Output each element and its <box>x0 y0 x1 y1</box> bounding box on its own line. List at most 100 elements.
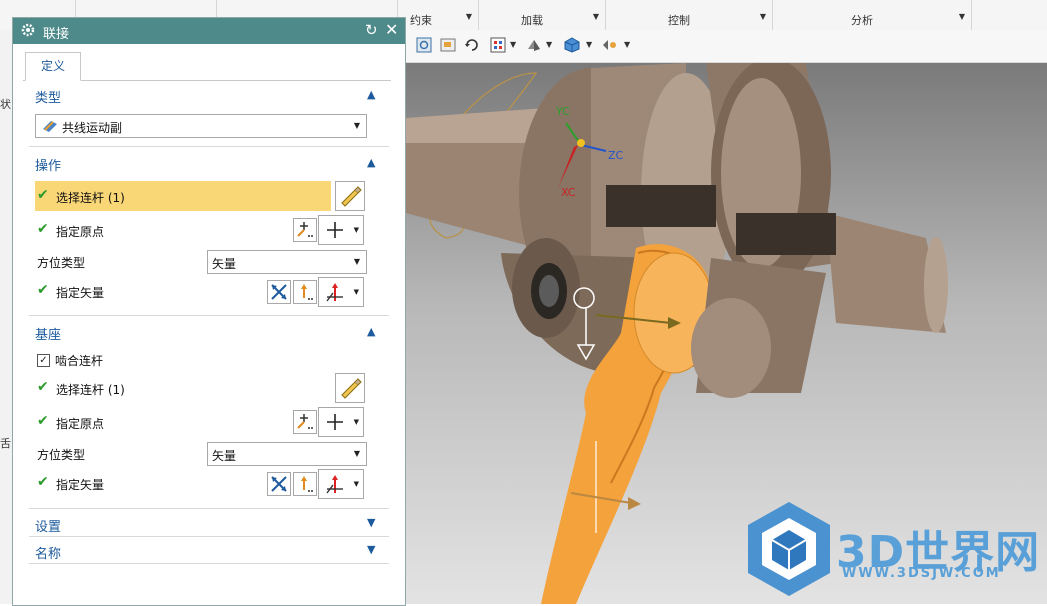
tab-definition[interactable]: 定义 <box>25 52 81 81</box>
reverse-direction-icon <box>271 284 287 300</box>
chevron-down-icon[interactable]: ▼ <box>354 288 359 296</box>
reverse-direction-icon <box>271 476 287 492</box>
rotate-icon[interactable] <box>464 37 480 53</box>
display-filter-icon[interactable] <box>602 37 618 53</box>
base-select-link-button[interactable] <box>335 373 365 403</box>
chevron-down-icon[interactable]: ▼ <box>367 543 375 556</box>
base-specify-vector-label: 指定矢量 <box>56 478 105 492</box>
base-reverse-direction-button[interactable] <box>267 472 291 496</box>
fit-view-icon[interactable] <box>416 37 432 53</box>
zoom-window-icon[interactable] <box>440 37 456 53</box>
chevron-down-icon[interactable]: ▼ <box>354 418 359 426</box>
base-orientation-type-value: 矢量 <box>212 449 237 463</box>
chevron-down-icon[interactable]: ▼ <box>624 40 630 49</box>
select-link-button[interactable] <box>335 181 365 211</box>
point-constructor-icon <box>297 414 313 429</box>
dialog-title-bar[interactable]: 联接 ↻ ✕ <box>13 18 405 44</box>
orientation-type-select[interactable]: 矢量 ▼ <box>207 250 367 274</box>
select-link-label[interactable]: 选择连杆 (1) <box>56 189 125 206</box>
divider <box>29 146 389 147</box>
inferred-vector-icon <box>326 283 343 302</box>
vector-constructor-icon <box>301 476 313 492</box>
orient-view-icon[interactable] <box>490 37 506 53</box>
origin-inferred-dropdown[interactable]: ▼ <box>318 215 364 245</box>
specify-vector-label: 指定矢量 <box>56 286 105 300</box>
pencil-icon <box>341 378 362 399</box>
chevron-up-icon[interactable]: ▲ <box>367 88 375 101</box>
ribbon-group-label: 分析 <box>851 14 873 27</box>
chevron-down-icon[interactable]: ▼ <box>586 40 592 49</box>
chevron-down-icon[interactable]: ▼ <box>367 516 375 529</box>
chevron-down-icon[interactable]: ▼ <box>354 257 360 266</box>
check-icon: ✔ <box>37 187 49 203</box>
section-header-operation[interactable]: 操作 <box>35 155 61 174</box>
chevron-down-icon[interactable]: ▼ <box>546 40 552 49</box>
section-header-settings[interactable]: 设置 <box>35 516 61 535</box>
reset-icon[interactable]: ↻ <box>365 21 378 39</box>
chevron-down-icon[interactable]: ▼ <box>959 12 965 21</box>
ribbon-group-label: 加载 <box>521 14 543 27</box>
vector-inferred-dropdown[interactable]: ▼ <box>318 277 364 307</box>
chevron-down-icon[interactable]: ▼ <box>354 226 359 234</box>
chevron-down-icon[interactable]: ▼ <box>760 12 766 21</box>
ribbon-group-control[interactable]: 控制 ▼ <box>606 0 773 30</box>
point-dialog-button[interactable] <box>293 218 317 242</box>
inferred-vector-icon <box>326 475 343 494</box>
ribbon-group-label: 约束 <box>410 14 432 27</box>
orientation-type-label: 方位类型 <box>37 256 86 270</box>
mesh-link-checkbox[interactable]: ✓ <box>37 354 50 367</box>
view-toolbar: ▼ ▼ ▼ ▼ <box>406 30 1047 63</box>
mesh-link-label[interactable]: 啮合连杆 <box>55 352 103 369</box>
section-header-base[interactable]: 基座 <box>35 324 61 343</box>
divider <box>29 508 389 509</box>
watermark-url: WWW.3DSJW.COM <box>842 566 1001 581</box>
check-icon: ✔ <box>37 282 49 298</box>
section-header-name[interactable]: 名称 <box>35 543 61 562</box>
chevron-up-icon[interactable]: ▲ <box>367 325 375 338</box>
type-select[interactable]: 共线运动副 ▼ <box>35 114 367 138</box>
left-strip-text: 舌 <box>0 437 11 450</box>
tab-bar: 定义 <box>23 52 391 81</box>
close-icon[interactable]: ✕ <box>385 20 398 39</box>
base-orientation-type-select[interactable]: 矢量 ▼ <box>207 442 367 466</box>
chevron-up-icon[interactable]: ▲ <box>367 156 375 169</box>
reverse-direction-button[interactable] <box>267 280 291 304</box>
check-icon: ✔ <box>37 413 49 429</box>
vector-constructor-icon <box>301 284 313 300</box>
chevron-down-icon[interactable]: ▼ <box>354 121 360 130</box>
plus-point-icon <box>327 222 343 238</box>
ribbon-group-constraint[interactable]: 约束 ▼ <box>398 0 479 30</box>
ribbon-group-analysis[interactable]: 分析 ▼ <box>773 0 972 30</box>
base-specify-origin-label: 指定原点 <box>56 417 105 431</box>
yc-axis-label: YC <box>555 105 570 118</box>
check-icon: ✔ <box>37 474 49 490</box>
divider <box>29 536 389 537</box>
chevron-down-icon[interactable]: ▼ <box>593 12 599 21</box>
base-point-dialog-button[interactable] <box>293 410 317 434</box>
pencil-icon <box>341 186 362 207</box>
vector-dialog-button[interactable] <box>293 280 317 304</box>
plus-point-icon <box>327 414 343 430</box>
divider <box>29 315 389 316</box>
base-vector-dialog-button[interactable] <box>293 472 317 496</box>
xc-axis-label: XC <box>561 186 576 199</box>
ribbon-group-label: 控制 <box>668 14 690 27</box>
check-icon: ✔ <box>37 379 49 395</box>
base-select-link-label[interactable]: 选择连杆 (1) <box>56 381 125 398</box>
chevron-down-icon[interactable]: ▼ <box>466 12 472 21</box>
chevron-down-icon[interactable]: ▼ <box>354 449 360 458</box>
dialog-title: 联接 <box>43 27 70 42</box>
ribbon-group-load[interactable]: 加载 ▼ <box>479 0 606 30</box>
chevron-down-icon[interactable]: ▼ <box>354 480 359 488</box>
check-icon: ✔ <box>37 221 49 237</box>
shaded-cube-icon[interactable] <box>564 37 580 53</box>
chevron-down-icon[interactable]: ▼ <box>510 40 516 49</box>
base-origin-inferred-dropdown[interactable]: ▼ <box>318 407 364 437</box>
point-constructor-icon <box>297 222 313 237</box>
joint-type-icon <box>43 121 57 132</box>
render-style-icon[interactable] <box>526 37 542 53</box>
base-vector-inferred-dropdown[interactable]: ▼ <box>318 469 364 499</box>
orientation-type-value: 矢量 <box>212 257 237 271</box>
gear-icon <box>21 23 35 37</box>
section-header-type[interactable]: 类型 <box>35 87 61 106</box>
